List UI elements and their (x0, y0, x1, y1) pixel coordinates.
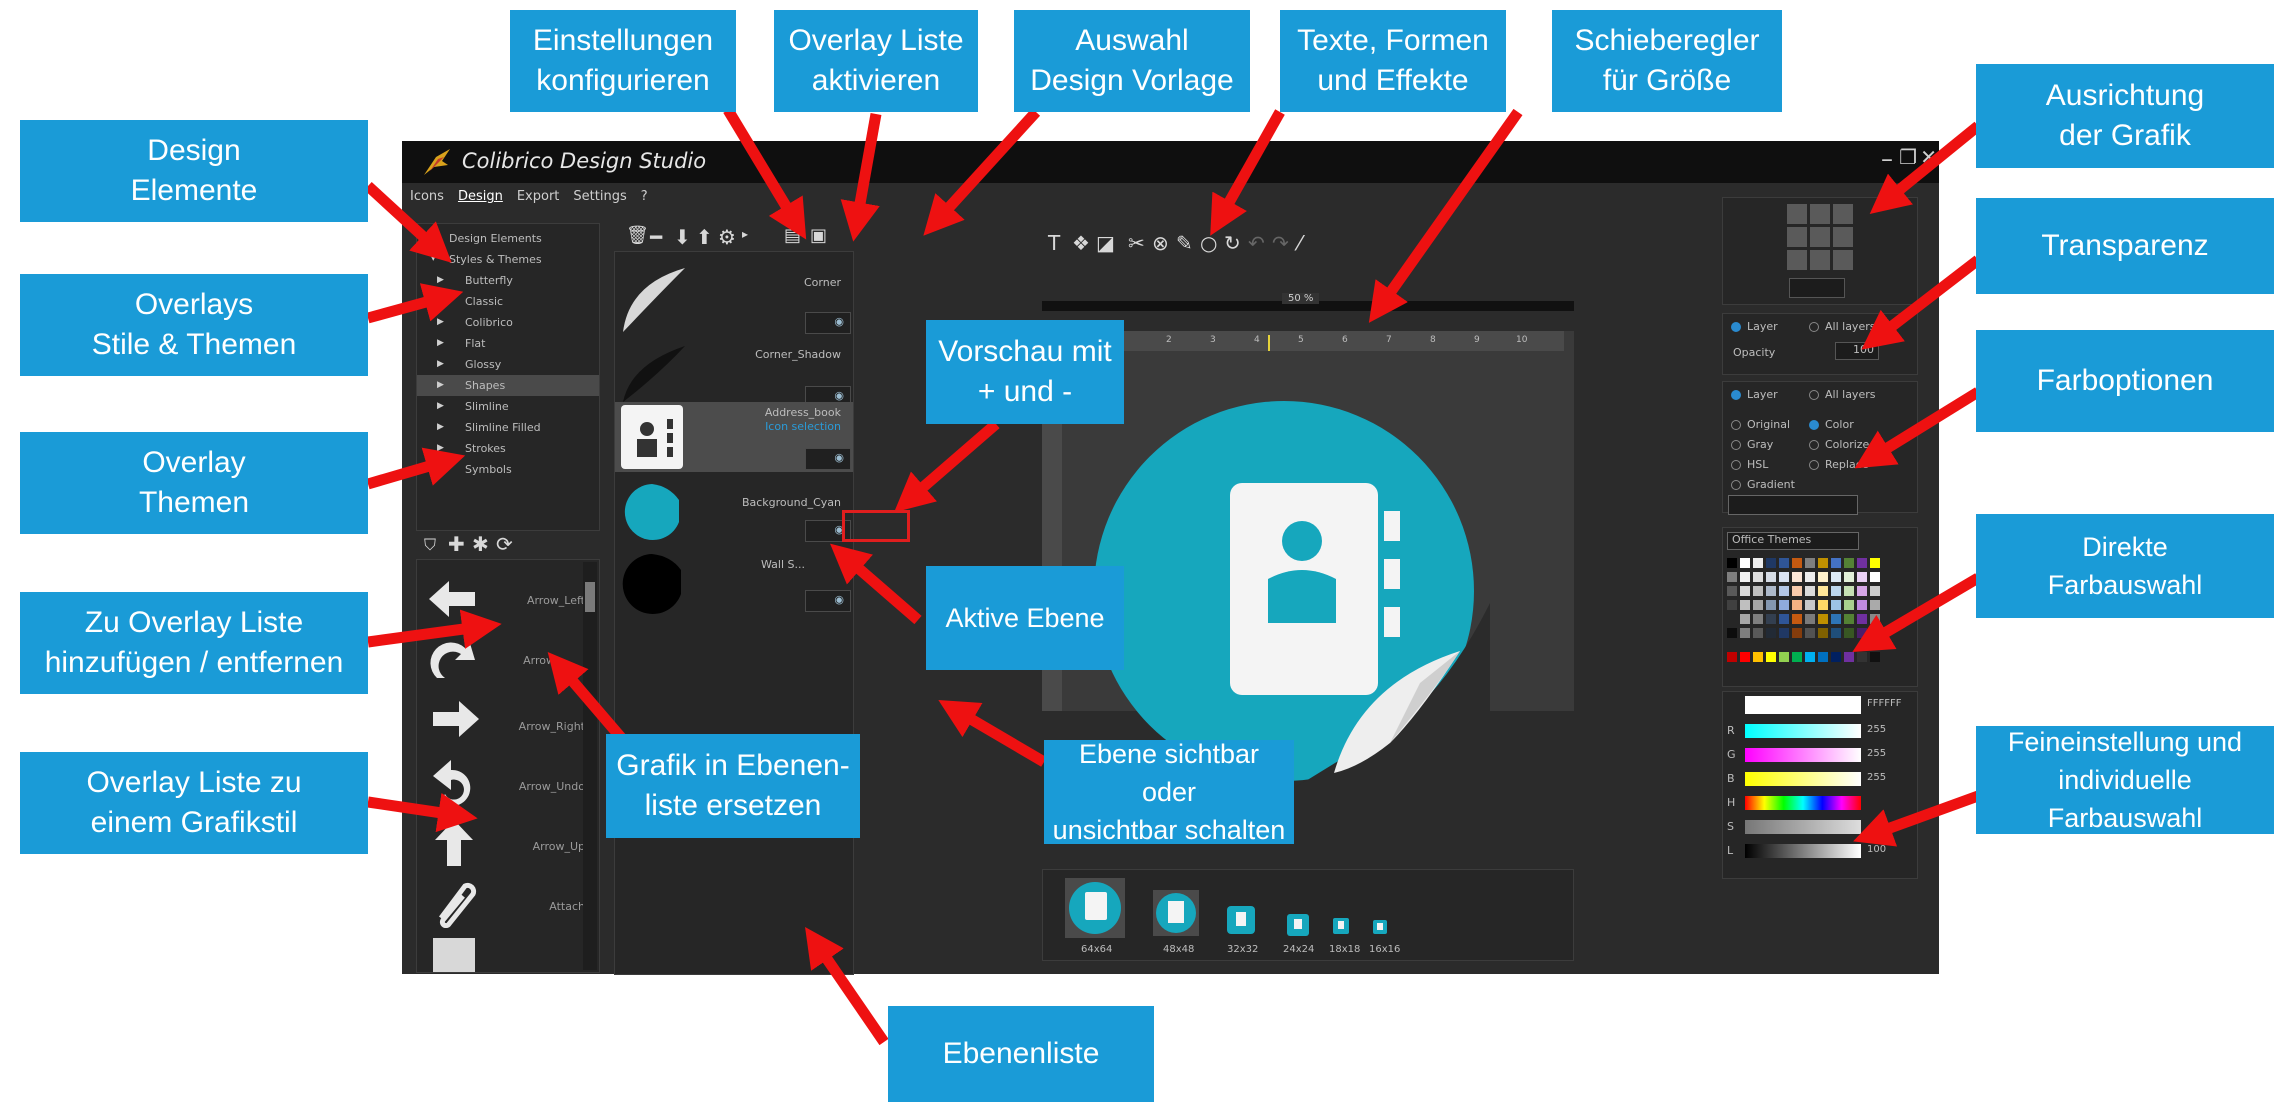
callout-ebene-sichtbar: Ebene sichtbar oder unsichtbar schalten (1044, 739, 1294, 845)
arrow-texte-formen (1210, 109, 1285, 236)
arrow-vorschau (894, 419, 1000, 513)
callout-overlays-stile: Overlays Stile & Themen (20, 274, 368, 376)
arrow-auswahl-design (923, 108, 1041, 236)
callout-aktive-ebene: Aktive Ebene (926, 566, 1124, 670)
arrow-aktive-ebene (830, 543, 922, 625)
arrow-overlays-stile (366, 283, 464, 324)
arrow-design-elemente (364, 181, 452, 263)
arrow-farboptionen (1854, 387, 1981, 469)
callout-transparenz: Transparenz (1976, 198, 2274, 294)
callout-feineinstellung: Feineinstellung und individuelle Farbaus… (1976, 726, 2274, 834)
callout-einstellungen: Einstellungen konfigurieren (510, 10, 736, 112)
callout-design-elemente: Design Elemente (20, 120, 368, 222)
callout-ebenenliste: Ebenenliste (888, 1006, 1154, 1102)
callout-auswahl-design: Auswahl Design Vorlage (1014, 10, 1250, 112)
active-layer-highlight (842, 510, 910, 542)
arrow-overlay-themen (366, 447, 466, 490)
arrow-overlay-liste-aktivieren (840, 113, 882, 242)
callout-ausrichtung: Ausrichtung der Grafik (1976, 64, 2274, 168)
arrow-direkte-farbauswahl (1852, 573, 1981, 653)
callout-grafik-ersetzen: Grafik in Ebenen- liste ersetzen (606, 734, 860, 838)
arrow-feineinstellung (1853, 790, 1980, 847)
callout-texte-formen: Texte, Formen und Effekte (1280, 10, 1506, 112)
arrow-ebenenliste (805, 926, 889, 1046)
arrow-zu-overlay-liste (367, 609, 502, 649)
arrow-ausrichtung (1869, 121, 1982, 214)
callout-zu-overlay-liste: Zu Overlay Liste hinzufügen / entfernen (20, 592, 368, 694)
callout-schieberegler: Schieberegler für Größe (1552, 10, 1782, 112)
arrow-schieberegler (1368, 108, 1523, 323)
callout-overlay-liste-aktivieren: Overlay Liste aktivieren (774, 10, 978, 112)
callout-overlay-liste-grafikstil: Overlay Liste zu einem Grafikstil (20, 752, 368, 854)
callout-direkte-farbauswahl: Direkte Farbauswahl (1976, 514, 2274, 618)
callout-farboptionen: Farboptionen (1976, 330, 2274, 432)
arrow-einstellungen (723, 107, 807, 240)
arrow-overlay-liste-grafikstil (367, 792, 478, 833)
callout-vorschau: Vorschau mit + und - (926, 320, 1124, 424)
arrow-ebene-sichtbar (938, 699, 1047, 767)
callout-overlay-themen: Overlay Themen (20, 432, 368, 534)
arrow-transparenz (1861, 255, 1982, 350)
